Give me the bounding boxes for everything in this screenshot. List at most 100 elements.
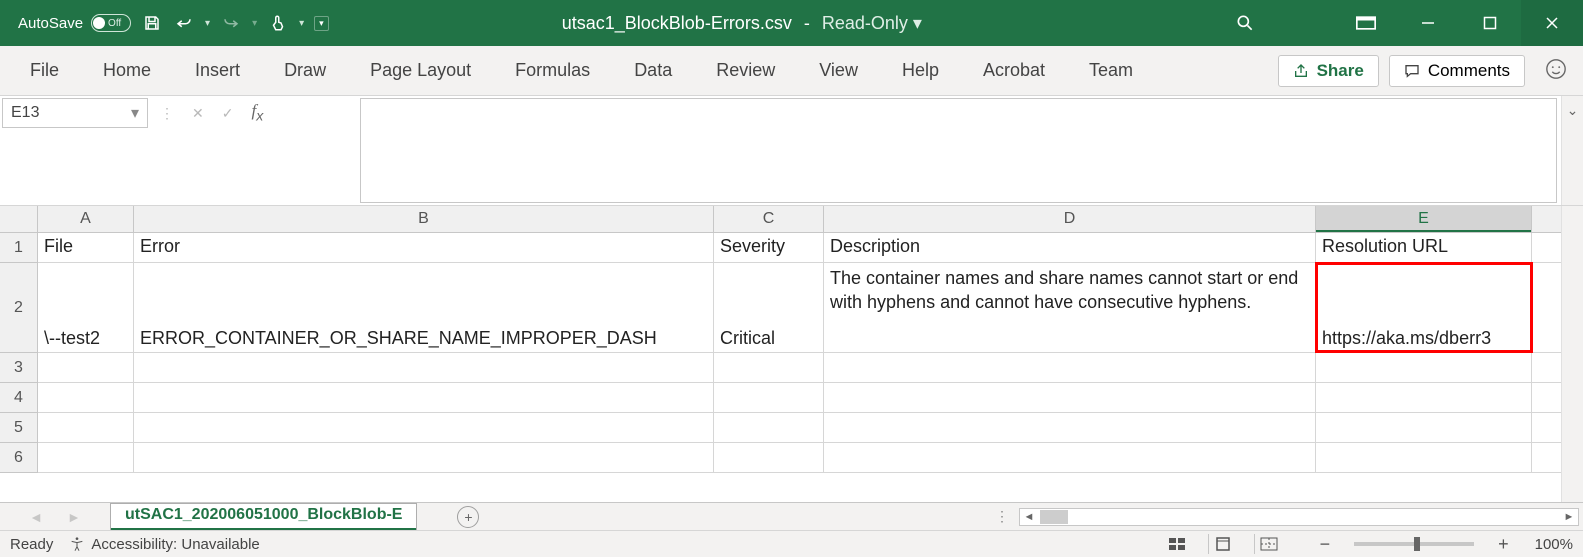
cell-b1[interactable]: Error <box>134 233 714 262</box>
row-header-1[interactable]: 1 <box>0 233 37 263</box>
cell-e5[interactable] <box>1316 413 1532 442</box>
cell-e1[interactable]: Resolution URL <box>1316 233 1532 262</box>
zoom-slider[interactable] <box>1354 542 1474 546</box>
sheet-tab-resize-icon[interactable]: ⋮ <box>995 508 1009 525</box>
file-status[interactable]: Read-Only ▾ <box>822 13 922 34</box>
cell-c4[interactable] <box>714 383 824 412</box>
cell-a6[interactable] <box>38 443 134 472</box>
view-page-break-icon[interactable] <box>1254 534 1284 554</box>
new-sheet-button[interactable]: + <box>457 506 479 528</box>
cell-c6[interactable] <box>714 443 824 472</box>
zoom-level[interactable]: 100% <box>1535 536 1573 553</box>
sheet-nav-prev-icon[interactable]: ◄ <box>29 509 43 525</box>
row-header-3[interactable]: 3 <box>0 353 37 383</box>
zoom-out-button[interactable]: − <box>1320 534 1331 555</box>
cell-a4[interactable] <box>38 383 134 412</box>
tab-insert[interactable]: Insert <box>173 54 262 87</box>
col-header-b[interactable]: B <box>134 206 714 232</box>
ribbon-display-options-icon[interactable] <box>1335 16 1397 30</box>
touch-mode-icon[interactable] <box>267 12 289 34</box>
hscroll-right-icon[interactable]: ► <box>1560 511 1578 523</box>
cell-c2[interactable]: Critical <box>714 263 824 352</box>
row-header-5[interactable]: 5 <box>0 413 37 443</box>
col-header-c[interactable]: C <box>714 206 824 232</box>
undo-icon[interactable] <box>173 12 195 34</box>
name-box[interactable]: E13 ▾ <box>2 98 148 128</box>
hscroll-left-icon[interactable]: ◄ <box>1020 511 1038 523</box>
zoom-in-button[interactable]: + <box>1498 534 1509 555</box>
tab-file[interactable]: File <box>8 54 81 87</box>
cell-a2[interactable]: \--test2 <box>38 263 134 352</box>
comments-button[interactable]: Comments <box>1389 55 1525 87</box>
search-icon[interactable] <box>1155 13 1335 33</box>
view-normal-icon[interactable] <box>1162 534 1192 554</box>
cell-e4[interactable] <box>1316 383 1532 412</box>
share-icon <box>1293 63 1309 79</box>
touch-dropdown-icon[interactable]: ▾ <box>299 18 304 29</box>
tab-team[interactable]: Team <box>1067 54 1155 87</box>
cell-d4[interactable] <box>824 383 1316 412</box>
tab-formulas[interactable]: Formulas <box>493 54 612 87</box>
redo-icon[interactable] <box>220 12 242 34</box>
cell-e6[interactable] <box>1316 443 1532 472</box>
tab-data[interactable]: Data <box>612 54 694 87</box>
row-header-4[interactable]: 4 <box>0 383 37 413</box>
minimize-button[interactable] <box>1397 0 1459 46</box>
undo-dropdown-icon[interactable]: ▾ <box>205 18 210 29</box>
vertical-scrollbar[interactable] <box>1561 206 1583 502</box>
cell-d1[interactable]: Description <box>824 233 1316 262</box>
tab-review[interactable]: Review <box>694 54 797 87</box>
cell-b6[interactable] <box>134 443 714 472</box>
cell-b2[interactable]: ERROR_CONTAINER_OR_SHARE_NAME_IMPROPER_D… <box>134 263 714 352</box>
cell-d6[interactable] <box>824 443 1316 472</box>
formula-enter-icon[interactable]: ✓ <box>222 105 234 122</box>
tab-view[interactable]: View <box>797 54 880 87</box>
cell-c1[interactable]: Severity <box>714 233 824 262</box>
feedback-icon[interactable] <box>1545 58 1567 83</box>
cell-a5[interactable] <box>38 413 134 442</box>
fx-icon[interactable]: fx <box>251 101 263 124</box>
cell-b5[interactable] <box>134 413 714 442</box>
col-header-e[interactable]: E <box>1316 206 1532 232</box>
tab-help[interactable]: Help <box>880 54 961 87</box>
cell-a3[interactable] <box>38 353 134 382</box>
cell-c3[interactable] <box>714 353 824 382</box>
close-button[interactable] <box>1521 0 1583 46</box>
cell-e3[interactable] <box>1316 353 1532 382</box>
hscroll-thumb[interactable] <box>1040 510 1068 524</box>
cell-a1[interactable]: File <box>38 233 134 262</box>
cell-d5[interactable] <box>824 413 1316 442</box>
cell-c5[interactable] <box>714 413 824 442</box>
cell-b4[interactable] <box>134 383 714 412</box>
namebox-dropdown-icon[interactable]: ▾ <box>131 103 139 123</box>
row-header-6[interactable]: 6 <box>0 443 37 473</box>
row-header-2[interactable]: 2 <box>0 263 37 353</box>
tab-acrobat[interactable]: Acrobat <box>961 54 1067 87</box>
col-header-d[interactable]: D <box>824 206 1316 232</box>
maximize-button[interactable] <box>1459 0 1521 46</box>
horizontal-scrollbar[interactable]: ◄ ► <box>1019 508 1579 526</box>
tab-draw[interactable]: Draw <box>262 54 348 87</box>
accessibility-status[interactable]: Accessibility: Unavailable <box>69 536 259 553</box>
formula-cancel-icon[interactable]: ✕ <box>192 105 204 122</box>
formula-bar-expand-icon[interactable]: ⌄ <box>1561 96 1583 205</box>
sheet-tab-active[interactable]: utSAC1_202006051000_BlockBlob-E <box>110 503 417 531</box>
autosave-toggle[interactable]: AutoSave Off <box>18 14 131 32</box>
tab-home[interactable]: Home <box>81 54 173 87</box>
sheet-nav-next-icon[interactable]: ► <box>67 509 81 525</box>
title-separator: - <box>804 13 810 34</box>
cell-b3[interactable] <box>134 353 714 382</box>
select-all-corner[interactable] <box>0 206 38 232</box>
save-icon[interactable] <box>141 12 163 34</box>
qat-overflow-icon[interactable]: ▾ <box>314 16 329 31</box>
cell-d2[interactable]: The container names and share names cann… <box>824 263 1316 352</box>
col-header-a[interactable]: A <box>38 206 134 232</box>
cell-e2[interactable]: https://aka.ms/dberr3 <box>1316 263 1532 352</box>
formula-input[interactable] <box>360 98 1557 203</box>
tab-page-layout[interactable]: Page Layout <box>348 54 493 87</box>
autosave-switch[interactable]: Off <box>91 14 131 32</box>
redo-dropdown-icon[interactable]: ▾ <box>252 18 257 29</box>
cell-d3[interactable] <box>824 353 1316 382</box>
share-button[interactable]: Share <box>1278 55 1379 87</box>
view-page-layout-icon[interactable] <box>1208 534 1238 554</box>
